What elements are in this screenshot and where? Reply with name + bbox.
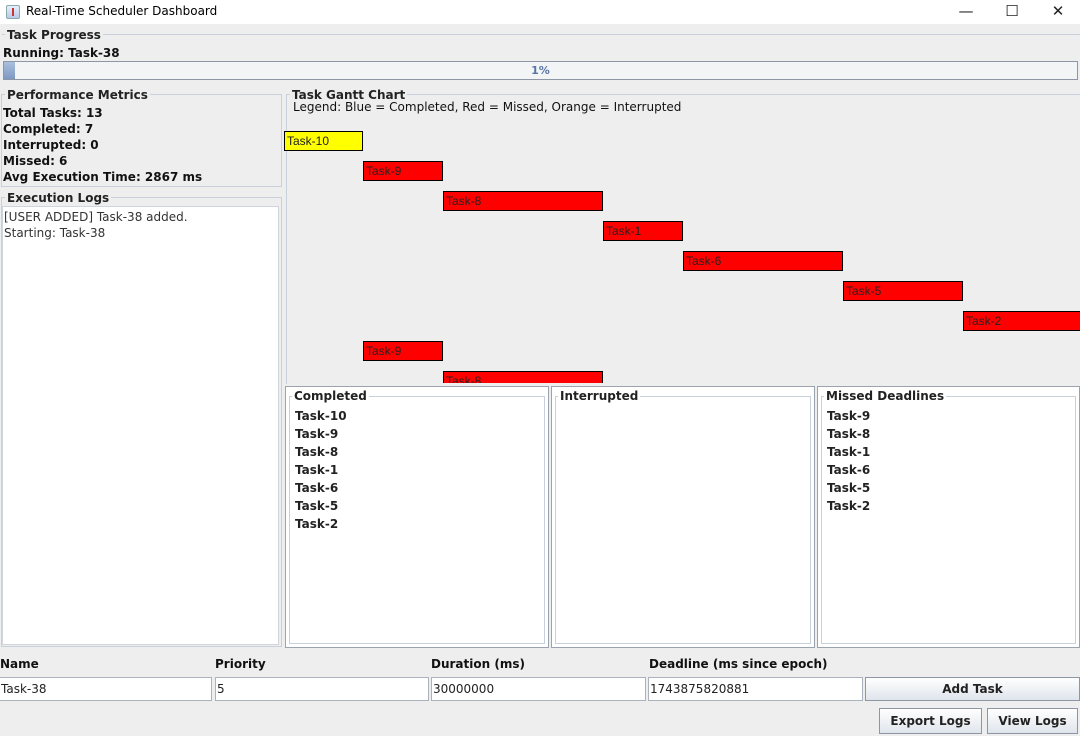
name-field[interactable] <box>0 677 212 701</box>
add-task-button[interactable]: Add Task <box>865 677 1080 701</box>
missed-deadlines-list-title: Missed Deadlines <box>824 389 947 403</box>
close-icon[interactable]: ✕ <box>1035 0 1080 24</box>
metric-avg-execution-time: Avg Execution Time: 2867 ms <box>3 170 203 184</box>
export-logs-button[interactable]: Export Logs <box>879 708 982 734</box>
priority-field[interactable] <box>215 677 429 701</box>
log-line: [USER ADDED] Task-38 added. <box>4 210 188 224</box>
list-item[interactable]: Task-9 <box>827 409 870 423</box>
list-item[interactable]: Task-8 <box>295 445 338 459</box>
list-item[interactable]: Task-1 <box>827 445 870 459</box>
gantt-bar-label: Task-6 <box>686 254 722 268</box>
task-progress-bar: 1% <box>3 61 1078 80</box>
gantt-bar-label: Task-10 <box>287 134 330 148</box>
name-label: Name <box>0 657 39 671</box>
duration-label: Duration (ms) <box>431 657 525 671</box>
execution-logs-title: Execution Logs <box>5 191 112 205</box>
progress-percent: 1% <box>531 64 550 77</box>
missed-deadlines-list-border: Task-9 Task-8 Task-1 Task-6 Task-5 Task-… <box>821 396 1076 644</box>
duration-field[interactable] <box>431 677 646 701</box>
deadline-label: Deadline (ms since epoch) <box>649 657 828 671</box>
gantt-bar: Task-8 <box>443 371 603 383</box>
gantt-bar: Task-1 <box>603 221 683 241</box>
list-item[interactable]: Task-2 <box>827 499 870 513</box>
view-logs-button[interactable]: View Logs <box>987 708 1078 734</box>
completed-list-title: Completed <box>292 389 369 403</box>
list-item[interactable]: Task-2 <box>295 517 338 531</box>
running-task-label: Running: Task-38 <box>3 46 120 60</box>
completed-list-border: Task-10 Task-9 Task-8 Task-1 Task-6 Task… <box>289 396 545 644</box>
gantt-bar-label: Task-9 <box>366 164 402 178</box>
interrupted-list-title: Interrupted <box>558 389 641 403</box>
completed-list-panel[interactable]: Task-10 Task-9 Task-8 Task-1 Task-6 Task… <box>285 386 549 648</box>
java-app-icon <box>6 5 20 19</box>
list-item[interactable]: Task-6 <box>295 481 338 495</box>
list-item[interactable]: Task-6 <box>827 463 870 477</box>
list-item[interactable]: Task-5 <box>295 499 338 513</box>
gantt-bar-label: Task-8 <box>446 374 482 383</box>
priority-label: Priority <box>215 657 266 671</box>
interrupted-list-border <box>555 396 811 644</box>
metric-interrupted: Interrupted: 0 <box>3 138 99 152</box>
gantt-bar: Task-9 <box>363 161 443 181</box>
minimize-icon[interactable]: — <box>943 0 989 24</box>
gantt-legend: Legend: Blue = Completed, Red = Missed, … <box>293 100 682 114</box>
list-item[interactable]: Task-1 <box>295 463 338 477</box>
missed-deadlines-list-panel[interactable]: Task-9 Task-8 Task-1 Task-6 Task-5 Task-… <box>817 386 1080 648</box>
gantt-bar-label: Task-8 <box>446 194 482 208</box>
maximize-icon[interactable]: ☐ <box>989 0 1035 24</box>
execution-log-area[interactable]: [USER ADDED] Task-38 added. Starting: Ta… <box>2 206 279 645</box>
gantt-chart-area: Task-10 Task-9 Task-8 Task-1 Task-6 Task… <box>284 115 1080 383</box>
list-item[interactable]: Task-9 <box>295 427 338 441</box>
gantt-bar: Task-10 <box>284 131 363 151</box>
metric-completed: Completed: 7 <box>3 122 94 136</box>
gantt-bar: Task-2 <box>963 311 1080 331</box>
interrupted-list-panel[interactable]: Interrupted <box>551 386 815 648</box>
gantt-bar-label: Task-1 <box>606 224 642 238</box>
list-item[interactable]: Task-10 <box>295 409 347 423</box>
gantt-bar-label: Task-2 <box>966 314 1002 328</box>
gantt-bar: Task-9 <box>363 341 443 361</box>
list-item[interactable]: Task-5 <box>827 481 870 495</box>
metric-missed: Missed: 6 <box>3 154 68 168</box>
task-progress-title: Task Progress <box>5 28 103 42</box>
gantt-bar-label: Task-5 <box>846 284 882 298</box>
gantt-bar: Task-8 <box>443 191 603 211</box>
gantt-bar: Task-6 <box>683 251 843 271</box>
title-bar: Real-Time Scheduler Dashboard — ☐ ✕ <box>0 0 1080 24</box>
window-title: Real-Time Scheduler Dashboard <box>26 4 218 18</box>
gantt-bar: Task-5 <box>843 281 963 301</box>
deadline-field[interactable] <box>648 677 863 701</box>
gantt-bar-label: Task-9 <box>366 344 402 358</box>
performance-metrics-title: Performance Metrics <box>5 88 150 102</box>
list-item[interactable]: Task-8 <box>827 427 870 441</box>
metric-total-tasks: Total Tasks: 13 <box>3 106 103 120</box>
log-line: Starting: Task-38 <box>4 226 106 240</box>
